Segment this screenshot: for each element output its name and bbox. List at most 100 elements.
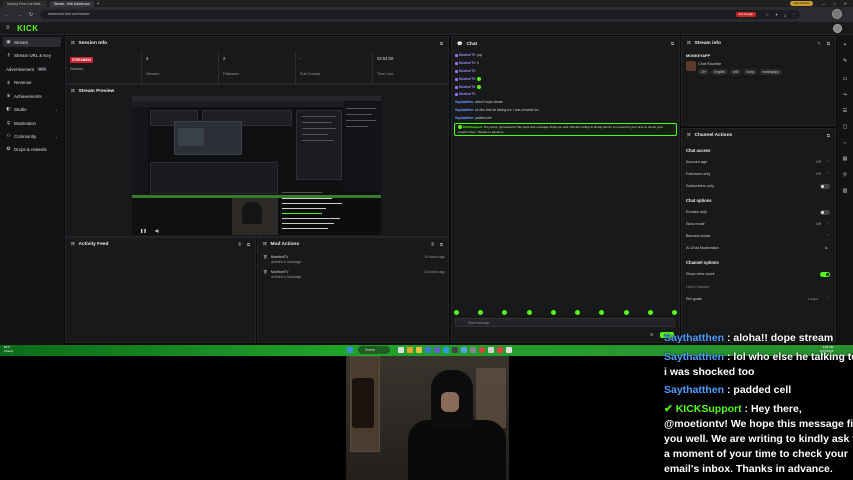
new-tab-button[interactable]: + [97, 1, 100, 7]
sidebar-item-revenue[interactable]: $ Revenue [3, 77, 61, 87]
host-channel-label[interactable]: Host Channel [686, 285, 709, 289]
sidebar-item-stream[interactable]: ▣ Stream [3, 37, 61, 47]
popout-icon[interactable]: ⧉ [827, 133, 830, 138]
browser-profile-avatar[interactable] [832, 9, 842, 19]
sidebar-item-moderation[interactable]: ⛨ Moderation [3, 118, 61, 128]
close-icon[interactable]: ✕ [844, 0, 847, 7]
drag-handle-icon[interactable]: ⤧ [687, 133, 691, 138]
drag-handle-icon[interactable]: ⤧ [71, 242, 75, 247]
emote-icon[interactable] [526, 310, 532, 315]
stream-preview-video[interactable] [132, 96, 381, 235]
chevron-right-icon[interactable]: › [827, 221, 828, 225]
user-avatar[interactable] [833, 24, 842, 33]
chat-username[interactable]: MoetionTV [459, 53, 475, 57]
sidebar-item-advertisement[interactable]: Advertisement Beta [3, 64, 61, 74]
popout-icon[interactable]: ⧉ [671, 41, 674, 46]
chat-username[interactable]: Saythatthen [455, 116, 473, 120]
subscribers-only-toggle[interactable] [820, 184, 830, 189]
settings-icon[interactable]: ⚙ [650, 332, 654, 337]
emote-icon[interactable] [575, 310, 581, 315]
pin-icon[interactable]: ⚲ [841, 171, 849, 179]
layout-icon[interactable]: ▤ [841, 155, 849, 163]
filter-icon[interactable]: ⩸ [431, 242, 434, 247]
followers-only-value[interactable]: Off [816, 172, 821, 176]
sidebar-item-stream-url-key[interactable]: ⚷ Stream URL & Key [3, 50, 61, 60]
app-icon[interactable] [461, 347, 467, 353]
chat-username[interactable]: KICKSupport [463, 125, 482, 129]
popout-icon[interactable]: ⧉ [440, 242, 443, 247]
gemini-button[interactable]: Ask Gemini [789, 1, 813, 6]
raid-icon[interactable]: ⤳ [841, 91, 849, 99]
view-count-toggle[interactable] [820, 272, 830, 277]
hamburger-icon[interactable]: ≡ [6, 25, 10, 31]
chat-username[interactable]: MoetionTV [459, 92, 475, 96]
app-icon[interactable] [452, 347, 458, 353]
drag-handle-icon[interactable]: ⤧ [687, 41, 691, 46]
filter-icon[interactable]: ⩸ [238, 242, 241, 247]
ai-moderation-label[interactable]: AI Chat Moderation [686, 246, 719, 250]
mail-icon[interactable] [443, 347, 449, 353]
menu-icon[interactable]: ⋮ [792, 10, 796, 19]
store-icon[interactable] [434, 347, 440, 353]
maximize-icon[interactable]: □ [833, 0, 835, 7]
stats-icon[interactable]: ▥ [841, 187, 849, 195]
app-icon[interactable] [470, 347, 476, 353]
forward-icon[interactable]: → [16, 12, 22, 18]
sidebar-item-studio[interactable]: ◧ Studio ⌄ [3, 104, 61, 114]
app-icon[interactable] [506, 347, 512, 353]
slow-mode-value[interactable]: Off [816, 222, 821, 226]
edge-icon[interactable] [425, 347, 431, 353]
emote-icon[interactable] [671, 310, 677, 315]
emote-icon[interactable] [454, 310, 459, 315]
prediction-icon[interactable]: ⇔ [841, 139, 849, 147]
chat-bubble-icon[interactable]: ▢ [841, 123, 849, 131]
chat-username[interactable]: MoetionTV [459, 77, 475, 81]
extensions-icon[interactable]: ✦ [775, 10, 778, 19]
set-goals-label[interactable]: Set goals [686, 297, 702, 301]
account-age-value[interactable]: Off [816, 160, 821, 164]
minimize-icon[interactable]: — [821, 0, 825, 7]
edit-icon[interactable]: ✎ [817, 41, 821, 47]
chevron-right-icon[interactable]: › [827, 171, 828, 175]
taskbar-search[interactable]: Search [358, 346, 390, 354]
emote-icon[interactable] [647, 310, 653, 315]
emote-icon[interactable] [550, 310, 556, 315]
chat-username[interactable]: Saythatthen [455, 108, 473, 112]
back-icon[interactable]: ← [4, 12, 10, 18]
popout-icon[interactable]: ⧉ [827, 41, 830, 47]
plus-icon[interactable]: + [841, 41, 849, 49]
chat-username[interactable]: Saythatthen [455, 100, 473, 104]
chevron-right-icon[interactable]: › [827, 159, 828, 163]
poll-icon[interactable]: ☰ [841, 107, 849, 115]
clip-icon[interactable]: ▭ [841, 75, 849, 83]
windows-start-icon[interactable] [347, 347, 353, 353]
browser-tab[interactable]: Monkey Free Link Mate... [3, 0, 47, 7]
sidebar-item-community[interactable]: ⚇ Community ⌄ [3, 131, 61, 141]
chat-input[interactable]: Send message [455, 318, 675, 327]
emotes-only-toggle[interactable] [820, 210, 830, 215]
sidebar-item-achievements[interactable]: ♛ Achievements [3, 91, 61, 101]
browser-tab-active[interactable]: Stream - Kick Dashboard [49, 0, 94, 7]
chevron-right-icon[interactable]: › [827, 296, 828, 300]
emote-icon[interactable] [502, 310, 508, 315]
kick-logo[interactable]: KICK [17, 24, 39, 33]
widgets-icon[interactable] [407, 347, 413, 353]
weather-widget[interactable]: 84°F Cloudy [4, 345, 13, 353]
star-icon[interactable]: ☆ [765, 10, 769, 19]
app-icon[interactable] [497, 347, 503, 353]
app-icon[interactable] [488, 347, 494, 353]
pencil-icon[interactable]: ✎ [841, 57, 849, 65]
banned-words-label[interactable]: Banned words [686, 234, 710, 238]
chat-username[interactable]: MoetionTV [459, 85, 475, 89]
chat-username[interactable]: MoetionTV [459, 69, 475, 73]
sidebar-item-drops-rewards[interactable]: ✪ Drops & rewards [3, 144, 61, 154]
external-link-icon[interactable]: ⧉ [825, 246, 828, 250]
ask-google-button[interactable]: Ask Google [735, 12, 756, 17]
url-input[interactable]: dashboard.kick.com/stream Ask Google ☆ ✦… [40, 10, 800, 19]
reload-icon[interactable]: ↻ [28, 12, 34, 18]
drag-handle-icon[interactable]: ⤧ [263, 242, 267, 247]
drag-handle-icon[interactable]: ⤧ [71, 41, 75, 46]
chrome-icon[interactable] [479, 347, 485, 353]
chat-username[interactable]: MoetionTV [459, 61, 475, 65]
download-icon[interactable]: ⤓ [784, 10, 786, 19]
